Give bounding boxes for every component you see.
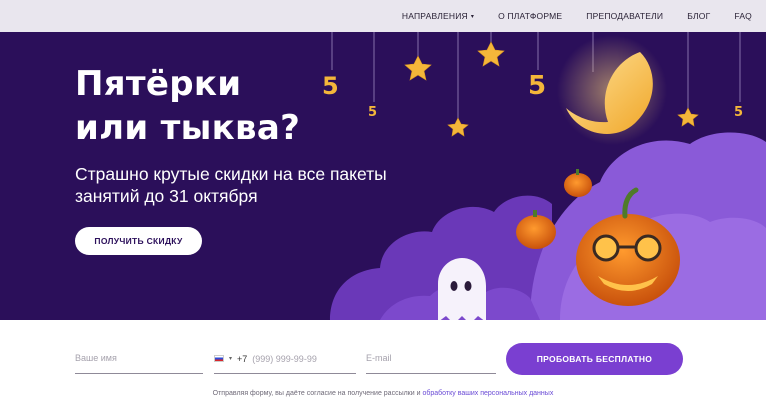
chevron-down-icon: ▾ xyxy=(470,13,475,20)
hero-subtitle-line2: занятий до 31 октября xyxy=(75,186,258,206)
email-input[interactable] xyxy=(366,344,496,372)
number-five-3: 5 xyxy=(528,71,546,101)
hero-banner: 5 5 5 5 Пятёрки или тыква? Страшно круты… xyxy=(0,32,766,320)
hero-subtitle: Страшно крутые скидки на все пакеты заня… xyxy=(75,163,405,207)
phone-input[interactable] xyxy=(252,344,333,373)
number-five-decor: 5 5 5 5 xyxy=(322,71,743,120)
nav-about-platform[interactable]: О ПЛАТФОРМЕ xyxy=(498,11,562,21)
star-icon xyxy=(404,55,432,81)
number-five-2: 5 xyxy=(368,105,377,120)
hero-title-line1: Пятёрки xyxy=(75,64,242,104)
hero-title-line2: или тыква? xyxy=(75,108,301,148)
hero-subtitle-line1: Страшно крутые скидки на все пакеты xyxy=(75,164,387,184)
ghost-icon xyxy=(438,258,486,320)
email-field xyxy=(366,344,496,374)
get-discount-button[interactable]: ПОЛУЧИТЬ СКИДКУ xyxy=(75,227,202,255)
chevron-down-icon[interactable]: ▾ xyxy=(229,355,232,362)
pumpkin-icon xyxy=(564,173,592,197)
top-navigation-bar: НАПРАВЛЕНИЯ ▾ О ПЛАТФОРМЕ ПРЕПОДАВАТЕЛИ Б… xyxy=(0,0,766,32)
star-icon xyxy=(677,107,699,127)
hero-title: Пятёрки или тыква? xyxy=(75,62,355,150)
consent-note: Отправляя форму, вы даёте согласие на по… xyxy=(0,390,766,397)
main-nav: НАПРАВЛЕНИЯ ▾ О ПЛАТФОРМЕ ПРЕПОДАВАТЕЛИ Б… xyxy=(402,0,752,32)
nav-directions[interactable]: НАПРАВЛЕНИЯ ▾ xyxy=(402,11,474,21)
nav-faq[interactable]: FAQ xyxy=(734,11,752,21)
try-free-button[interactable]: ПРОБОВАТЬ БЕСПЛАТНО xyxy=(506,343,683,375)
name-input[interactable] xyxy=(75,344,203,372)
name-field xyxy=(75,344,203,374)
consent-text: Отправляя форму, вы даёте согласие на по… xyxy=(212,390,421,397)
number-five-4: 5 xyxy=(734,105,743,120)
russia-flag-icon[interactable] xyxy=(214,355,224,362)
pumpkin-icon xyxy=(516,215,556,249)
nav-teachers[interactable]: ПРЕПОДАВАТЕЛИ xyxy=(586,11,663,21)
nav-blog[interactable]: БЛОГ xyxy=(687,11,710,21)
star-icon xyxy=(447,117,469,137)
nav-directions-label: НАПРАВЛЕНИЯ xyxy=(401,11,468,21)
phone-country-code: +7 xyxy=(237,353,248,364)
phone-field: ▾ +7 xyxy=(214,344,356,374)
signup-form: ▾ +7 ПРОБОВАТЬ БЕСПЛАТНО Отправляя форму… xyxy=(0,320,766,403)
star-icon xyxy=(477,41,505,67)
personal-data-link[interactable]: обработку ваших персональных данных xyxy=(422,390,553,397)
